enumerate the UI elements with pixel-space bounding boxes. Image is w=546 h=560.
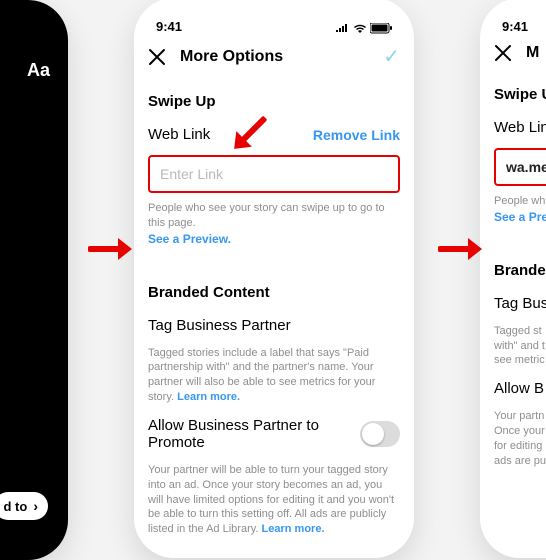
see-preview-link[interactable]: See a Preview. [148,232,231,246]
swipe-up-section: Swipe Up Web Link Remove Link Enter Link… [134,79,414,258]
swipe-caption: People wh See a Prev [494,190,546,230]
send-to-button[interactable]: d to › [0,492,48,520]
chevron-right-icon: › [33,498,38,514]
tag-partner-label[interactable]: Tag Business Partner [148,317,291,334]
web-link-label: Web Link [494,119,546,136]
header-title: M [526,44,539,62]
tag-partner-caption: Tagged stories include a label that says… [148,342,400,409]
header-title: More Options [180,48,283,66]
web-link-label: Web Link [148,126,210,143]
screen-header: M [480,36,546,72]
status-icons [335,23,392,34]
web-link-value: wa.me/ [506,159,546,175]
status-time: 9:41 [502,19,528,34]
allow-promote-label: Allow Business Partner to Promote [148,417,360,451]
allow-promote-caption: Your partner will be able to turn your t… [148,459,400,541]
status-bar: 9:41 [480,0,546,36]
branded-content-section: Branded Content Tag Business Partner Tag… [134,270,414,548]
swipe-caption: People who see your story can swipe up t… [148,197,400,252]
remove-link-button[interactable]: Remove Link [313,127,400,143]
annotation-arrow [88,235,134,263]
web-link-placeholder: Enter Link [160,166,223,182]
allow-promote-label: Allow B [494,380,544,397]
phone-more-options: 9:41 More Options ✓ Swipe Up Web Link Re… [134,0,414,558]
phone-story-composer: 9:41 Aa d to › [0,0,68,560]
learn-more-link[interactable]: Learn more. [177,391,240,403]
status-bar: 9:41 [0,0,68,38]
branded-content-heading: Branded [494,262,546,279]
confirm-check-icon[interactable]: ✓ [383,44,400,69]
allow-promote-toggle[interactable] [360,421,400,447]
see-preview-link[interactable]: See a Prev [494,210,546,224]
screen-header: More Options ✓ [134,36,414,79]
learn-more-link[interactable]: Learn more. [262,523,325,535]
text-tool-button[interactable]: Aa [27,60,50,81]
tag-partner-label[interactable]: Tag Bus [494,295,546,312]
close-icon[interactable] [148,48,166,66]
phone-notch [214,0,334,20]
status-time: 9:41 [156,19,182,34]
phone-more-options-filled: 9:41 M Swipe Up Web Link wa.me/ People w… [480,0,546,558]
swipe-up-heading: Swipe Up [494,86,546,103]
close-icon[interactable] [494,44,512,62]
annotation-arrow [438,235,484,263]
web-link-input[interactable]: wa.me/ [494,148,546,186]
branded-content-heading: Branded Content [148,284,270,301]
web-link-input[interactable]: Enter Link [148,155,400,193]
send-to-label: d to [4,499,28,514]
swipe-up-heading: Swipe Up [148,93,216,110]
